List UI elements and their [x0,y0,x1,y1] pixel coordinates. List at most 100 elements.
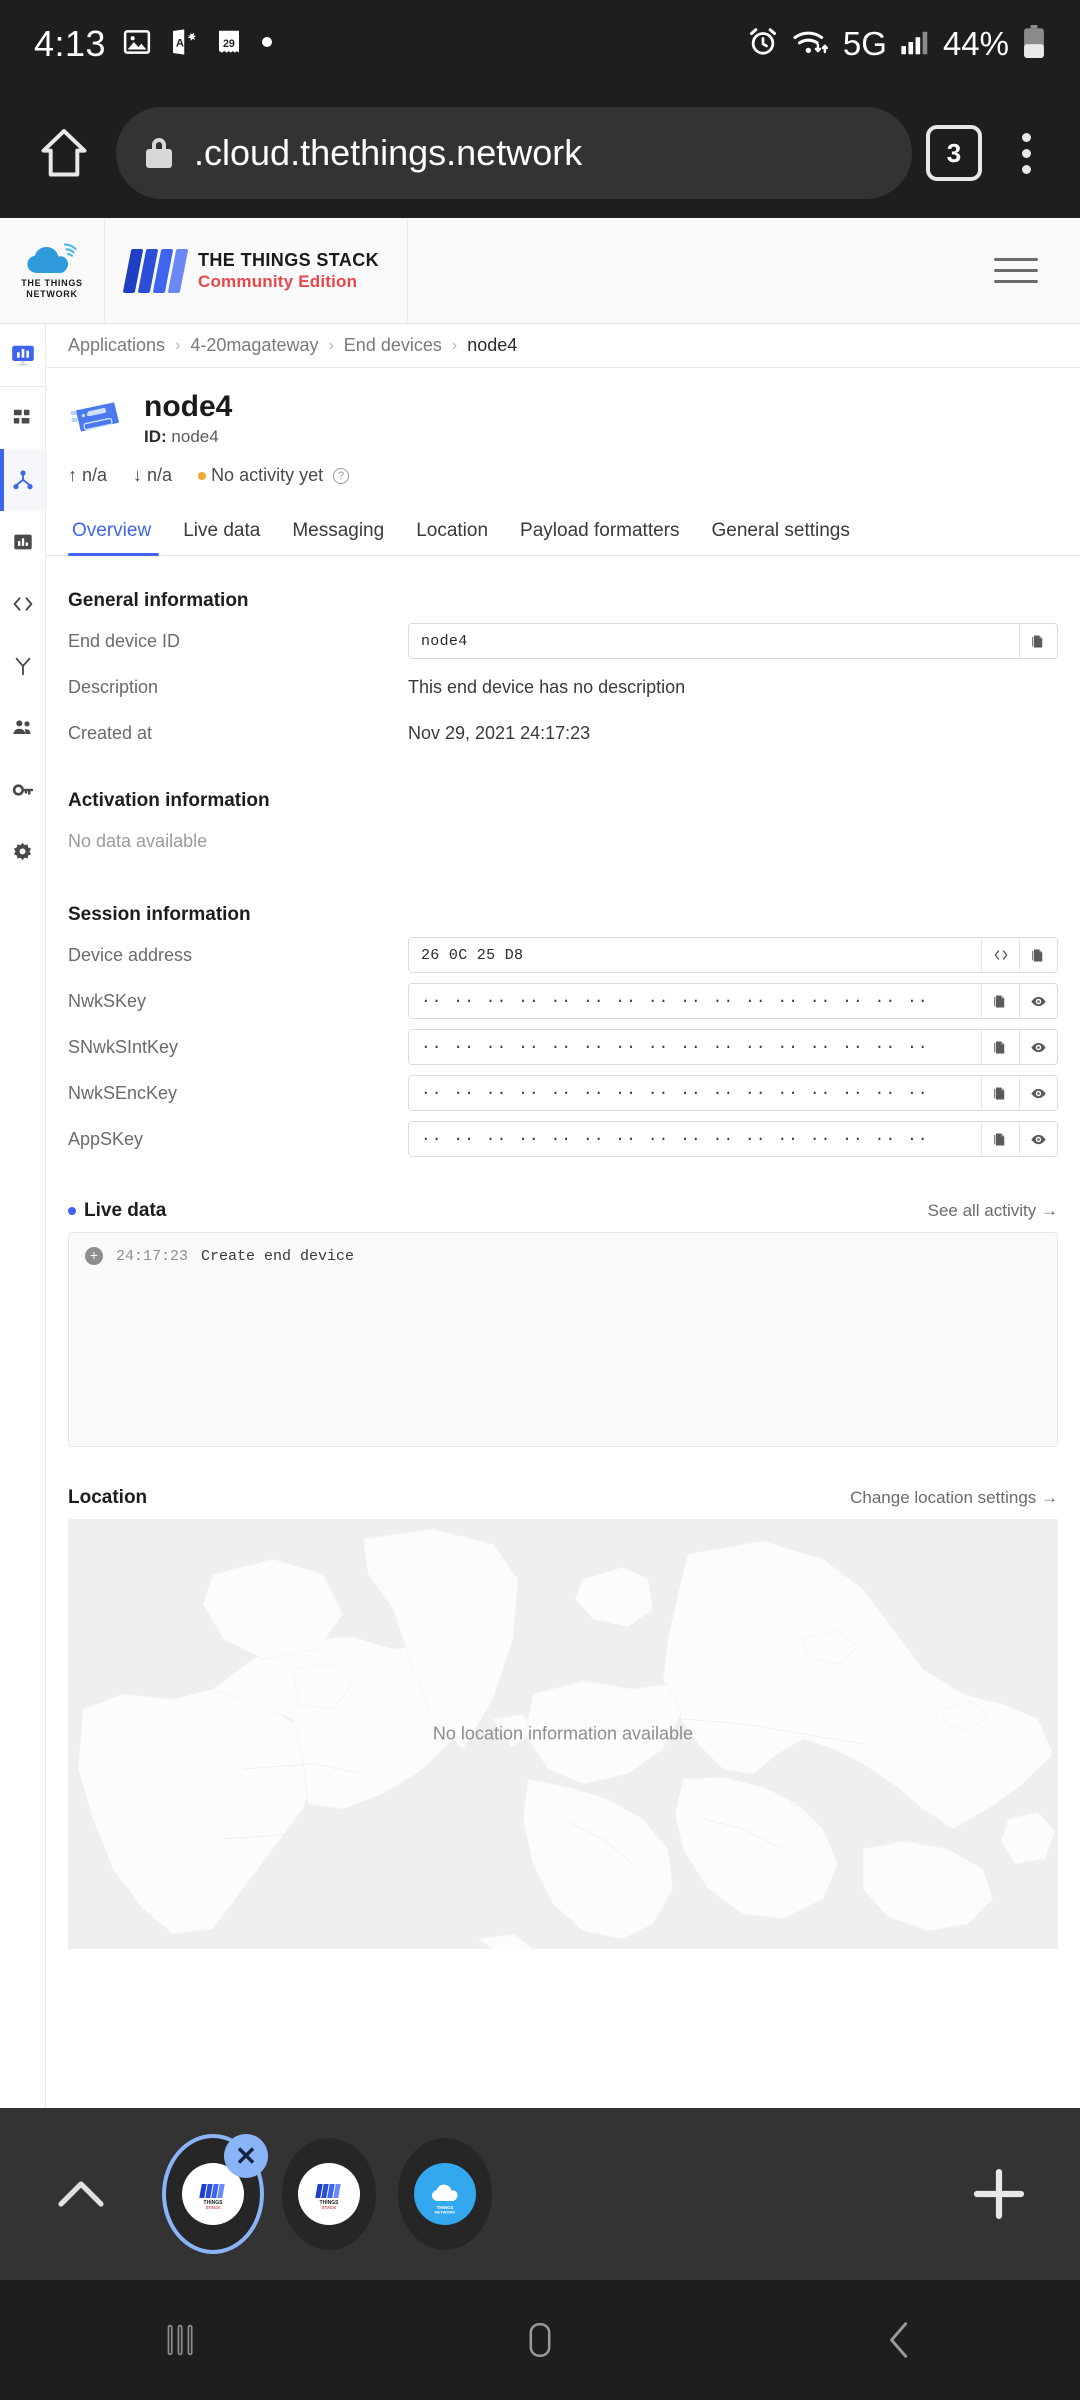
change-location-settings-link[interactable]: Change location settings → [850,1488,1058,1508]
question-mark-icon[interactable]: ? [333,467,350,484]
tab-thumb-things-network[interactable]: THINGS NETWORK [398,2138,492,2250]
recents-button[interactable] [0,2317,360,2363]
app-sidebar [0,324,46,2108]
ttn-wordmark-line2: NETWORK [26,288,78,299]
tab-favicon-things-stack-2: THINGS STACK [298,2163,360,2225]
see-all-activity-link[interactable]: See all activity → [928,1201,1058,1221]
content-bottom-spacer [68,1949,1058,2069]
input-device-address[interactable]: 26 0C 25 D8 [409,938,981,972]
input-snwksintkey[interactable]: ·· ·· ·· ·· ·· ·· ·· ·· ·· ·· ·· ·· ·· ·… [409,1030,981,1064]
sidebar-item-general-settings[interactable] [0,821,45,883]
tab-thumb-things-stack-2[interactable]: THINGS STACK [282,2138,376,2250]
input-appskey[interactable]: ·· ·· ·· ·· ·· ·· ·· ·· ·· ·· ·· ·· ·· ·… [409,1122,981,1156]
input-nwksenckey[interactable]: ·· ·· ·· ·· ·· ·· ·· ·· ·· ·· ·· ·· ·· ·… [409,1076,981,1110]
sidebar-item-live-data[interactable] [0,511,45,573]
input-nwkskey[interactable]: ·· ·· ·· ·· ·· ·· ·· ·· ·· ·· ·· ·· ·· ·… [409,984,981,1018]
copy-button-appskey[interactable] [981,1122,1019,1156]
copy-button-nwkskey[interactable] [981,984,1019,1018]
field-end-device-id[interactable]: node4 [408,623,1058,659]
reveal-button-appskey[interactable] [1019,1122,1057,1156]
sidebar-item-end-devices[interactable] [0,449,45,511]
copy-icon [994,1087,1005,1099]
back-button[interactable] [720,2317,1080,2363]
breadcrumb-item-end-devices[interactable]: End devices [344,335,442,356]
stack-title: THE THINGS STACK [198,249,380,270]
sidebar-item-applications[interactable] [0,387,45,449]
home-button-nav[interactable] [360,2317,720,2363]
address-bar[interactable]: .cloud.thethings.network [116,107,912,199]
device-id-label: ID: [144,427,167,446]
browser-tab-strip: THINGS STACK ✕ THINGS STACK THINGS NETWORK [0,2108,1080,2280]
stack-bars-icon [122,248,189,293]
row-end-device-id: End device ID node4 [68,618,1058,664]
collaborators-icon [13,720,30,734]
tab-thumb-things-stack-1[interactable]: THINGS STACK ✕ [162,2134,268,2254]
stack-logo-text: THE THINGS STACK Community Edition [198,249,379,293]
web-page-viewport: THE THINGS NETWORK THE THINGS STACK Comm… [0,218,1080,2108]
status-badge: No activity yet? [198,465,350,486]
breadcrumb-item-gateway[interactable]: 4-20magateway [190,335,318,356]
reveal-button-snwksintkey[interactable] [1019,1030,1057,1064]
code-button-device-address[interactable] [981,938,1019,972]
input-end-device-id[interactable]: node4 [409,624,1019,658]
reveal-button-nwksenckey[interactable] [1019,1076,1057,1110]
ttn-wordmark-line1: THE THINGS [21,278,83,289]
down-arrow-icon: ↓ [133,465,143,485]
hamburger-menu-icon[interactable] [994,258,1038,283]
tab-messaging[interactable]: Messaging [276,508,400,555]
sidebar-item-collaborators[interactable] [0,697,45,759]
applications-grid-icon [13,409,29,424]
row-appskey: AppSKey ·· ·· ·· ·· ·· ·· ·· ·· ·· ·· ··… [68,1116,1058,1162]
things-stack-logo[interactable]: THE THINGS STACK Community Edition [105,218,409,324]
tab-location[interactable]: Location [400,508,504,555]
recents-icon [167,2324,193,2356]
copy-button-nwksenckey[interactable] [981,1076,1019,1110]
end-device-board-icon [68,398,124,440]
sidebar-item-payload-formatters[interactable] [0,573,45,635]
eye-icon [1031,1088,1046,1098]
copy-button-device-address[interactable] [1019,938,1057,972]
expand-tabs-button[interactable] [46,2176,116,2212]
reveal-button-nwkskey[interactable] [1019,984,1057,1018]
sidebar-item-api-keys[interactable] [0,759,45,821]
device-id-line: ID: node4 [144,427,232,447]
status-clock: 4:13 [34,23,107,64]
tab-overview[interactable]: Overview [68,508,167,556]
field-nwksenckey[interactable]: ·· ·· ·· ·· ·· ·· ·· ·· ·· ·· ·· ·· ·· ·… [408,1075,1058,1111]
sidebar-item-overview[interactable] [0,324,45,386]
field-snwksintkey[interactable]: ·· ·· ·· ·· ·· ·· ·· ·· ·· ·· ·· ·· ·· ·… [408,1029,1058,1065]
svg-text:A: A [176,37,184,49]
ttn-cloud-icon [25,242,79,276]
close-tab-button[interactable]: ✕ [224,2134,268,2178]
location-map[interactable]: No location information available [68,1519,1058,1949]
up-arrow-icon: ↑ [68,465,77,485]
field-device-address[interactable]: 26 0C 25 D8 [408,937,1058,973]
tab-general-settings[interactable]: General settings [696,508,866,555]
row-snwksintkey: SNwkSIntKey ·· ·· ·· ·· ·· ·· ·· ·· ·· ·… [68,1024,1058,1070]
new-tab-button[interactable] [964,2159,1034,2229]
tab-counter-button[interactable]: 3 [926,125,982,181]
copy-icon [1032,949,1043,961]
status-bar-right: 5G 44% [747,24,1046,64]
ttn-wordmark: THE THINGS NETWORK [21,278,83,299]
copy-icon [994,1041,1005,1053]
live-entry-time: 24:17:23 [116,1247,189,1265]
home-button[interactable] [26,115,102,191]
ttn-logo[interactable]: THE THINGS NETWORK [0,218,105,324]
tab-payload-formatters[interactable]: Payload formatters [504,508,695,555]
field-appskey[interactable]: ·· ·· ·· ·· ·· ·· ·· ·· ·· ·· ·· ·· ·· ·… [408,1121,1058,1157]
home-square-icon [529,2323,551,2357]
field-nwkskey[interactable]: ·· ·· ·· ·· ·· ·· ·· ·· ·· ·· ·· ·· ·· ·… [408,983,1058,1019]
copy-button-end-device-id[interactable] [1019,624,1057,658]
copy-button-snwksintkey[interactable] [981,1030,1019,1064]
breadcrumb-item-applications[interactable]: Applications [68,335,165,356]
sidebar-item-integrations[interactable] [0,635,45,697]
device-status-row: ↑ n/a ↓ n/a No activity yet? [68,465,1058,486]
device-title-block: node4 ID: node4 [144,390,232,447]
browser-menu-button[interactable] [998,132,1054,174]
live-data-entry[interactable]: + 24:17:23 Create end device [85,1247,1041,1265]
breadcrumb: Applications › 4-20magateway › End devic… [46,324,1080,368]
tab-live-data[interactable]: Live data [167,508,276,555]
payload-formatters-icon [13,597,32,611]
copy-icon [994,995,1005,1007]
